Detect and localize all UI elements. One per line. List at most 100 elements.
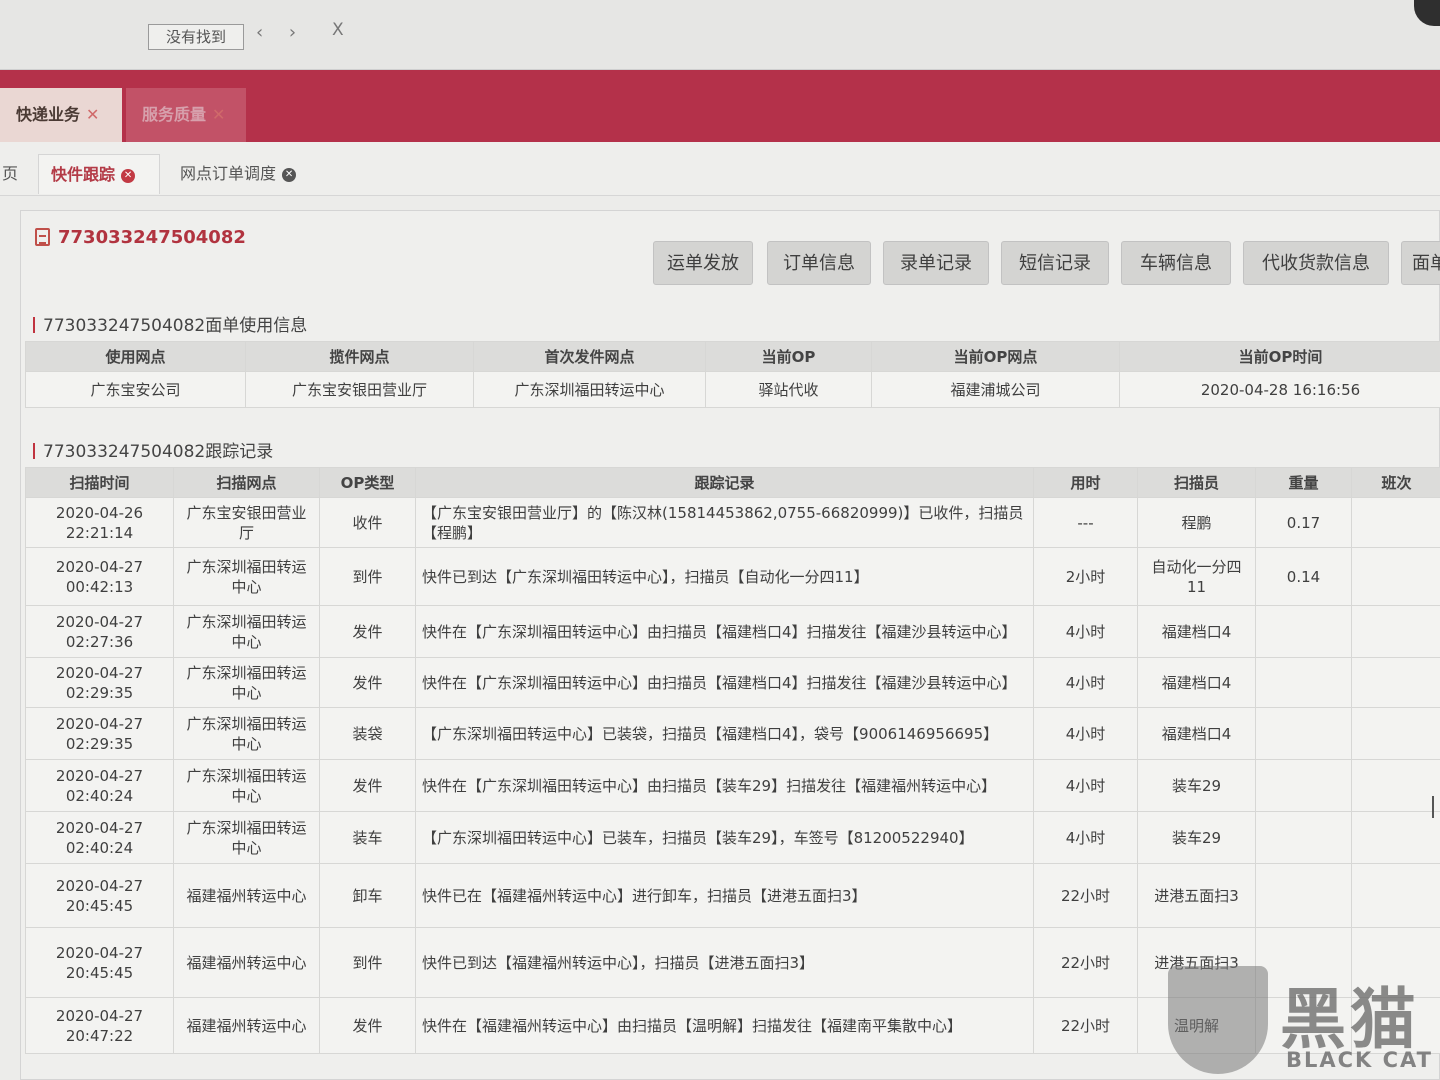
cell-time: 2020-04-27 20:45:45 [25,863,174,928]
cell-time: 2020-04-27 20:47:22 [25,997,174,1054]
document-icon [35,228,50,246]
cell-weight [1255,811,1352,864]
main-tab-bar: 快递业务 ✕ 服务质量 ✕ [0,70,1440,142]
table-row: 2020-04-27 02:40:24 广东深圳福田转运中心 发件 快件在【广东深圳福… [25,759,1440,812]
column-header: 重量 [1255,467,1352,498]
cell-duration: 22小时 [1033,927,1138,998]
find-nav-arrows[interactable]: ‹ › [256,22,306,43]
cell-shift [1351,497,1440,548]
cell-scanner: 程鹏 [1137,497,1256,548]
close-icon[interactable]: ✕ [212,105,225,124]
cell-weight: 0.14 [1255,547,1352,606]
find-status-box: 没有找到 [148,24,244,50]
cell-op: 到件 [319,927,416,998]
cell-scanner: 装车29 [1137,811,1256,864]
cell-scanner: 进港五面扫3 [1137,863,1256,928]
cell-site: 广东深圳福田转运中心 [173,707,320,760]
cell-shift [1351,707,1440,760]
column-header: 当前OP网点 [871,341,1120,372]
cell-site: 广东深圳福田转运中心 [173,547,320,606]
device-corner [1414,0,1440,26]
cell-op: 到件 [319,547,416,606]
cell-time: 2020-04-27 02:27:36 [25,605,174,658]
tab-parcel-tracking[interactable]: 快件跟踪 ✕ [38,154,160,194]
cell-record: 快件在【广东深圳福田转运中心】由扫描员【福建档口4】扫描发往【福建沙县转运中心】 [415,605,1034,658]
main-tab-label: 服务质量 [142,105,207,124]
cell-weight [1255,863,1352,928]
cell-time: 2020-04-27 02:29:35 [25,657,174,708]
table-row: 2020-04-27 02:40:24 广东深圳福田转运中心 装车 【广东深圳福田转运… [25,811,1440,864]
cell-op: 装车 [319,811,416,864]
column-header: 扫描时间 [25,467,174,498]
cell-duration: 22小时 [1033,997,1138,1054]
waybill-issue-button[interactable]: 运单发放 [653,241,753,285]
tab-label: 快件跟踪 [51,165,116,184]
cell-site: 福建福州转运中心 [173,927,320,998]
cell-site: 广东深圳福田转运中心 [173,605,320,658]
tracking-panel: 773033247504082 运单发放 订单信息 录单记录 短信记录 车辆信息… [20,210,1440,1080]
cell-scanner: 福建档口4 [1137,707,1256,760]
tracking-section-title: 773033247504082跟踪记录 [33,437,273,462]
cell-duration: 4小时 [1033,605,1138,658]
cell-record: 【广东深圳福田转运中心】已装袋，扫描员【福建档口4】，袋号【9006146956… [415,707,1034,760]
cell-record: 快件已在【福建福州转运中心】进行卸车，扫描员【进港五面扫3】 [415,863,1034,928]
cell-weight: 0.17 [1255,497,1352,548]
sms-record-button[interactable]: 短信记录 [1001,241,1109,285]
tracking-header-row: 扫描时间 扫描网点 OP类型 跟踪记录 用时 扫描员 重量 班次 [25,467,1440,498]
cell-time: 2020-04-27 02:40:24 [25,811,174,864]
table-cell: 福建浦城公司 [871,371,1120,408]
main-tab-express[interactable]: 快递业务 ✕ [0,88,122,142]
cell-record: 【广东宝安银田营业厅】的【陈汉林(15814453862,0755-668209… [415,497,1034,548]
cell-op: 装袋 [319,707,416,760]
waybill-face-button[interactable]: 面单 [1401,241,1440,285]
cell-record: 快件已到达【福建福州转运中心】，扫描员【进港五面扫3】 [415,927,1034,998]
sub-tab-bar: 页 快件跟踪 ✕ 网点订单调度 ✕ [0,142,1440,196]
table-row: 2020-04-27 00:42:13 广东深圳福田转运中心 到件 快件已到达【广东深… [25,547,1440,606]
cell-record: 快件在【广东深圳福田转运中心】由扫描员【福建档口4】扫描发往【福建沙县转运中心】 [415,657,1034,708]
column-header: 当前OP [705,341,872,372]
cell-op: 发件 [319,759,416,812]
cell-site: 广东深圳福田转运中心 [173,759,320,812]
waybill-header: 773033247504082 [35,227,246,248]
tab-order-dispatch[interactable]: 网点订单调度 ✕ [168,154,308,194]
cell-time: 2020-04-27 20:45:45 [25,927,174,998]
cell-shift [1351,547,1440,606]
cell-duration: 4小时 [1033,707,1138,760]
cell-op: 发件 [319,997,416,1054]
cell-record: 快件已到达【广东深圳福田转运中心】，扫描员【自动化一分四11】 [415,547,1034,606]
cod-info-button[interactable]: 代收货款信息 [1243,241,1389,285]
cell-site: 福建福州转运中心 [173,863,320,928]
vehicle-info-button[interactable]: 车辆信息 [1121,241,1231,285]
table-row: 2020-04-26 22:21:14 广东宝安银田营业厅 收件 【广东宝安银田营业厅… [25,497,1440,548]
column-header: 班次 [1351,467,1440,498]
column-header: OP类型 [319,467,416,498]
cell-site: 福建福州转运中心 [173,997,320,1054]
cell-shift [1351,863,1440,928]
cat-shield-logo [1168,966,1268,1074]
main-tab-service-quality[interactable]: 服务质量 ✕ [126,88,246,142]
table-cell: 广东宝安公司 [25,371,246,408]
column-header: 当前OP时间 [1119,341,1440,372]
close-icon[interactable]: ✕ [86,105,99,124]
cell-site: 广东宝安银田营业厅 [173,497,320,548]
table-cell: 驿站代收 [705,371,872,408]
tab-home[interactable]: 页 [0,154,20,194]
cell-shift [1351,811,1440,864]
close-icon[interactable]: ✕ [121,168,136,183]
usage-section-title: 773033247504082面单使用信息 [33,311,307,336]
cell-duration: --- [1033,497,1138,548]
close-icon[interactable]: ✕ [282,167,297,182]
order-info-button[interactable]: 订单信息 [767,241,871,285]
table-cell: 2020-04-28 16:16:56 [1119,371,1440,408]
find-close-icon[interactable]: X [332,20,344,40]
cell-shift [1351,605,1440,658]
main-tab-label: 快递业务 [16,105,81,124]
cell-weight [1255,605,1352,658]
cell-op: 收件 [319,497,416,548]
cell-site: 广东深圳福田转运中心 [173,657,320,708]
cell-scanner: 福建档口4 [1137,605,1256,658]
cell-weight [1255,759,1352,812]
cell-op: 卸车 [319,863,416,928]
entry-record-button[interactable]: 录单记录 [883,241,989,285]
table-row: 2020-04-27 02:27:36 广东深圳福田转运中心 发件 快件在【广东深圳福… [25,605,1440,658]
